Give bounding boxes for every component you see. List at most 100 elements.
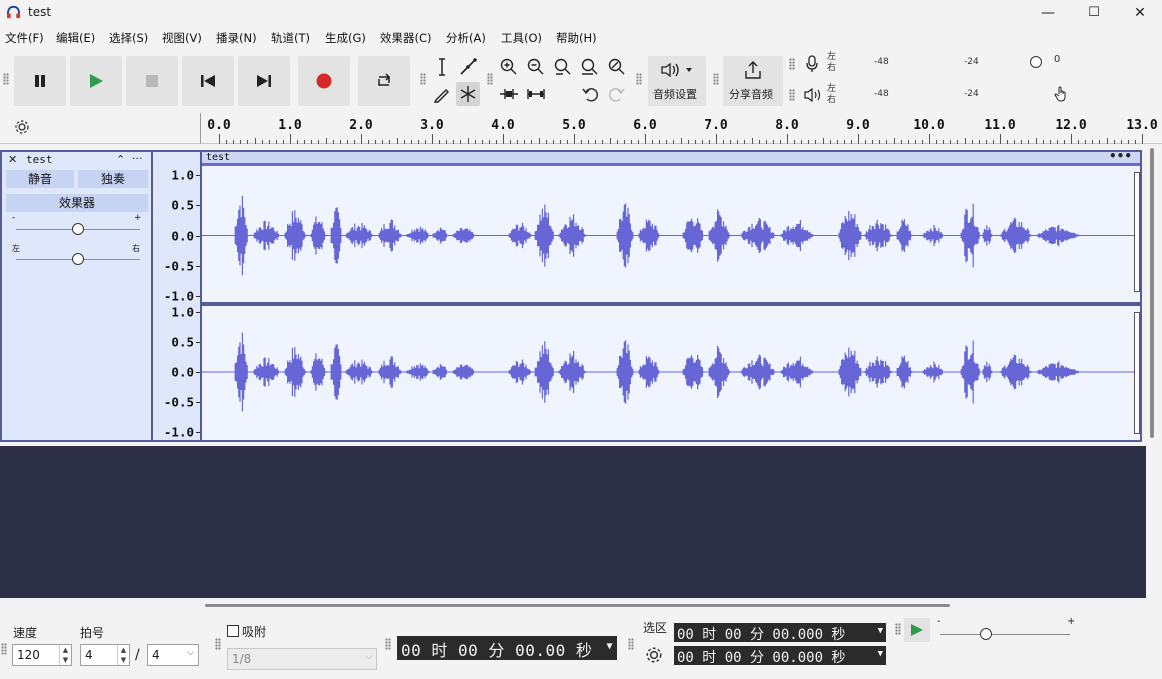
draw-tool-button[interactable] [430,82,454,106]
timeline-ruler[interactable]: 0.0 1.0 2.0 3.0 4.0 5.0 6.0 7.0 8.0 9.0 10.0 11.0 12… [200,113,1158,144]
effects-button[interactable]: 效果器 [6,194,148,212]
audio-clip[interactable]: test ••• [200,149,1142,442]
time-signature-grip[interactable] [1,643,7,655]
snap-checkbox[interactable] [227,625,239,637]
clip-title[interactable]: test [206,152,230,163]
mute-button[interactable]: 静音 [6,170,74,188]
gain-slider[interactable] [16,223,140,235]
track-close-icon[interactable]: ✕ [8,153,17,166]
play-speed-slider-thumb[interactable] [979,628,992,640]
menu-file[interactable]: 文件(F) [5,30,44,46]
play-speed-slider[interactable] [940,628,1070,640]
beats-per-bar-input[interactable]: 4 ▲ ▼ [80,644,130,666]
record-meter-tick: -24 [964,57,979,67]
pan-slider[interactable] [16,253,140,265]
redo-button[interactable] [605,82,629,106]
audio-setup-grip[interactable] [636,73,642,85]
snap-value-select[interactable]: 1/8 ⌵ [227,648,377,670]
gain-slider-thumb[interactable] [72,223,84,235]
vertical-scrollbar-thumb[interactable] [1150,148,1154,438]
clip-menu-icon[interactable]: ••• [1109,149,1132,163]
skip-to-end-button[interactable] [238,56,290,106]
edit-grip[interactable] [487,73,493,85]
selection-grip[interactable] [628,638,634,650]
close-window-button[interactable]: ✕ [1120,3,1160,23]
selection-start[interactable]: 00 时 00 分 00.000 秒 ▼ [674,623,886,643]
multi-tool-button[interactable] [456,82,480,106]
menu-tools[interactable]: 工具(O) [501,30,542,46]
audio-settings-button[interactable]: 音频设置 [648,56,706,106]
silence-button[interactable] [524,82,548,106]
menu-help[interactable]: 帮助(H) [556,30,597,46]
pause-button[interactable] [14,56,66,106]
select-tool-button[interactable] [430,55,454,79]
selection-end[interactable]: 00 时 00 分 00.000 秒 ▼ [674,646,886,666]
empty-track-area[interactable] [0,446,1146,598]
waveform-left-channel[interactable] [202,169,1140,302]
beats-spin-arrows[interactable]: ▲ ▼ [117,645,129,665]
ruler-tick-label: 5.0 [562,118,586,133]
zoom-out-button[interactable] [524,55,548,79]
play-at-speed-button[interactable] [904,618,930,642]
envelope-tool-button[interactable] [456,55,480,79]
track-menu-icon[interactable]: ··· [132,152,143,165]
record-meter-grip[interactable] [789,58,795,70]
ruler-tick [219,134,220,144]
menu-transport[interactable]: 播录(N) [216,30,257,46]
track-collapse-icon[interactable]: ⌃ [116,153,125,166]
zoom-in-button[interactable] [497,55,521,79]
maximize-button[interactable]: ☐ [1074,3,1114,23]
fit-selection-button[interactable] [551,55,575,79]
solo-button[interactable]: 独奏 [78,170,148,188]
share-audio-button[interactable]: 分享音频 [723,56,783,106]
snap-grip[interactable] [215,638,221,650]
record-volume-slider-thumb[interactable] [1030,56,1042,68]
tools-grip[interactable] [420,73,426,85]
fit-project-button[interactable] [578,55,602,79]
clip-resize-handle[interactable] [1134,312,1140,434]
clip-resize-handle[interactable] [1134,172,1140,292]
menu-tracks[interactable]: 轨道(T) [271,30,310,46]
beat-value-select[interactable]: 4 ⌵ [147,644,199,666]
menu-analyze[interactable]: 分析(A) [446,30,486,46]
time-display[interactable]: 00 时 00 分 00.00 秒 ▼ [397,636,617,660]
tempo-input[interactable]: 120 ▲ ▼ [12,644,72,666]
stop-button[interactable] [126,56,178,106]
tempo-spin-arrows[interactable]: ▲ ▼ [59,645,71,665]
play-button[interactable] [70,56,122,106]
trim-button[interactable] [497,82,521,106]
waveform-right-channel[interactable] [202,306,1140,438]
vertical-scale[interactable]: 1.0 0.5 0.0 -0.5 -1.0 1.0 0.5 0.0 -0.5 -1.0 [153,150,200,442]
horizontal-scrollbar[interactable] [205,604,950,607]
zoom-toggle-button[interactable] [605,55,629,79]
vertical-scrollbar[interactable] [1146,144,1162,598]
speaker-icon[interactable] [804,88,822,102]
gear-icon[interactable] [645,646,663,664]
time-grip[interactable] [385,638,391,650]
menu-select[interactable]: 选择(S) [109,30,148,46]
gear-icon[interactable] [14,119,30,135]
menu-effects[interactable]: 效果器(C) [380,30,432,46]
play-meter-tick: -48 [874,89,889,99]
menu-edit[interactable]: 编辑(E) [56,30,95,46]
menu-view[interactable]: 视图(V) [162,30,202,46]
pan-slider-thumb[interactable] [72,253,84,265]
skip-to-start-button[interactable] [182,56,234,106]
record-button[interactable] [298,56,350,106]
play-meter-grip[interactable] [789,89,795,101]
undo-button[interactable] [578,82,602,106]
amplitude-label: 0.0 [171,364,194,380]
play-meter[interactable]: -48 -24 [842,85,1066,103]
amplitude-label: -0.5 [163,258,194,274]
play-at-speed-grip[interactable] [895,623,901,635]
share-grip[interactable] [713,73,719,85]
track-control-panel[interactable]: ✕ test ⌃ ··· 静音 独奏 效果器 - + 左 右 [0,150,153,442]
record-meter[interactable]: -48 -24 0 [842,53,1060,71]
clip-header[interactable]: test ••• [202,149,1140,166]
microphone-icon[interactable] [806,55,818,73]
toolbar-grip[interactable] [3,73,9,85]
track-name[interactable]: test [26,153,53,166]
loop-button[interactable] [358,56,410,106]
menu-generate[interactable]: 生成(G) [325,30,366,46]
minimize-button[interactable]: — [1028,3,1068,23]
